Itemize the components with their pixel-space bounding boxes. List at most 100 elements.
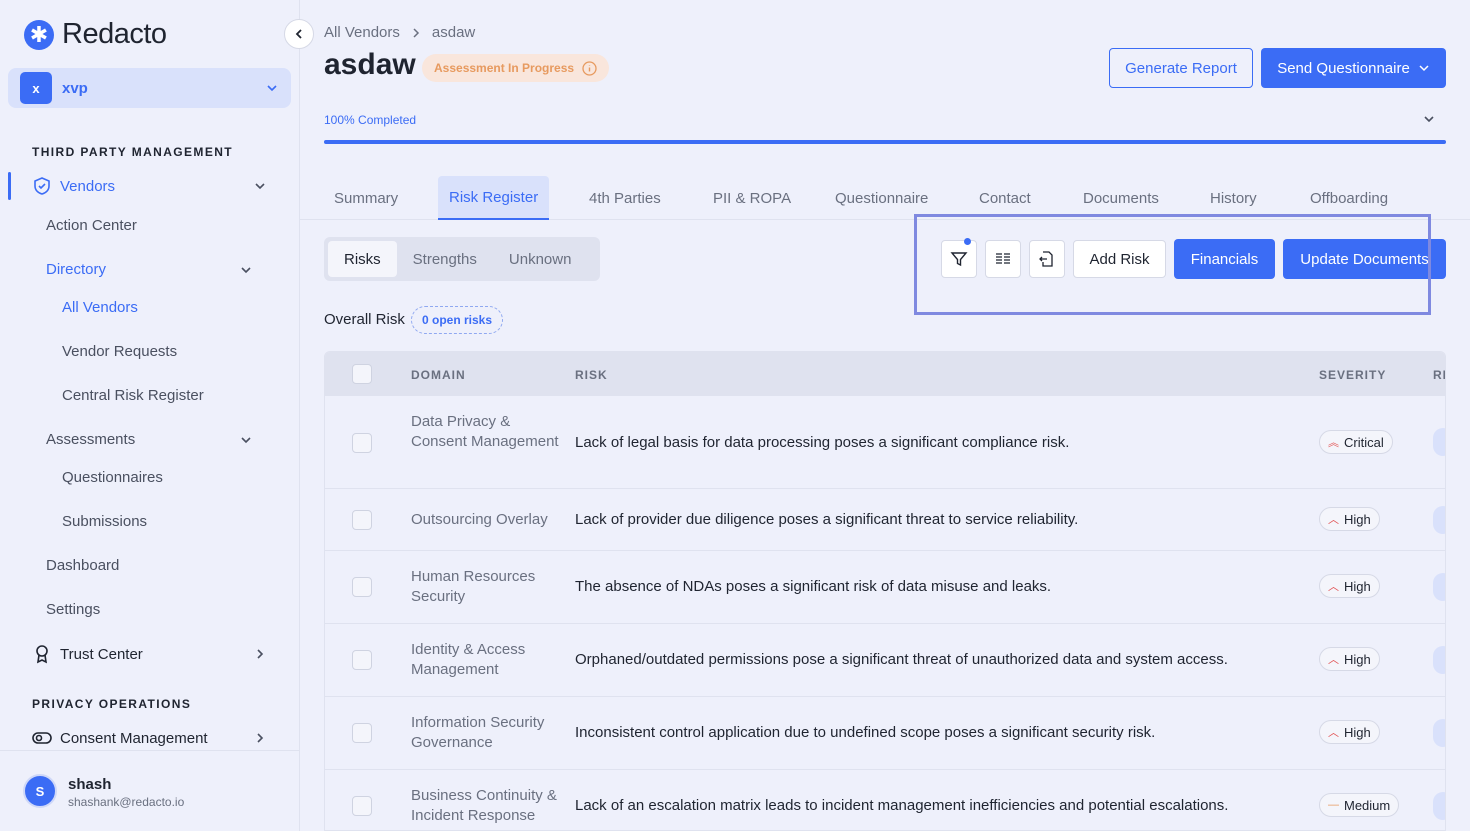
chevron-up-icon: ︿ bbox=[1328, 654, 1339, 666]
risk-type-segmented-control: Risks Strengths Unknown bbox=[324, 237, 600, 281]
segment-unknown[interactable]: Unknown bbox=[493, 241, 588, 277]
severity-label: High bbox=[1344, 511, 1371, 527]
row-domain: Outsourcing Overlay bbox=[411, 511, 548, 528]
segment-strengths[interactable]: Strengths bbox=[397, 241, 493, 277]
sidebar-item-action-center[interactable]: Action Center bbox=[46, 217, 137, 234]
chevron-down-icon[interactable] bbox=[239, 433, 253, 447]
row-action-pill[interactable] bbox=[1433, 428, 1445, 456]
row-action-pill[interactable] bbox=[1433, 506, 1445, 534]
info-icon[interactable] bbox=[582, 60, 597, 76]
row-checkbox[interactable] bbox=[352, 796, 372, 816]
sidebar-item-trust-center[interactable]: Trust Center bbox=[32, 644, 143, 664]
row-risk: Lack of provider due diligence poses a s… bbox=[575, 511, 1079, 528]
column-header-truncated[interactable]: RI bbox=[1433, 368, 1445, 382]
sidebar-item-label: Dashboard bbox=[46, 557, 120, 574]
tab-pii-ropa[interactable]: PII & ROPA bbox=[702, 176, 802, 220]
sidebar-item-submissions[interactable]: Submissions bbox=[62, 513, 147, 530]
row-domain: Human Resources Security bbox=[411, 568, 536, 605]
chevron-left-icon bbox=[295, 29, 302, 39]
severity-badge: ︿ High bbox=[1319, 647, 1380, 671]
collapse-sidebar-button[interactable] bbox=[284, 19, 314, 49]
row-checkbox[interactable] bbox=[352, 650, 372, 670]
sidebar-item-consent-management[interactable]: Consent Management bbox=[32, 728, 208, 748]
progress-bar bbox=[324, 140, 1446, 144]
row-checkbox[interactable] bbox=[352, 510, 372, 530]
tab-risk-register[interactable]: Risk Register bbox=[438, 176, 550, 220]
severity-label: Critical bbox=[1344, 434, 1384, 450]
sidebar-item-vendor-requests[interactable]: Vendor Requests bbox=[62, 343, 177, 360]
row-checkbox[interactable] bbox=[352, 723, 372, 743]
table-row[interactable]: Business Continuity & Incident Response … bbox=[325, 770, 1445, 830]
award-icon bbox=[32, 644, 52, 664]
status-badge: Assessment In Progress bbox=[422, 54, 610, 82]
row-domain: Business Continuity & Incident Response bbox=[411, 787, 557, 824]
column-header-risk[interactable]: RISK bbox=[575, 368, 608, 382]
row-action-pill[interactable] bbox=[1433, 792, 1445, 820]
workspace-name: xvp bbox=[62, 79, 88, 97]
app-name: Redacto bbox=[62, 18, 167, 50]
row-risk: Inconsistent control application due to … bbox=[575, 724, 1156, 741]
sidebar-item-central-risk-register[interactable]: Central Risk Register bbox=[62, 387, 204, 404]
chevron-down-icon[interactable] bbox=[239, 263, 253, 277]
send-questionnaire-label: Send Questionnaire bbox=[1277, 59, 1410, 77]
row-action-pill[interactable] bbox=[1433, 646, 1445, 674]
asterisk-logo-icon: ✱ bbox=[24, 19, 54, 50]
sidebar-item-dashboard[interactable]: Dashboard bbox=[46, 557, 119, 574]
status-label: Assessment In Progress bbox=[434, 61, 575, 75]
severity-label: High bbox=[1344, 724, 1371, 740]
sidebar-item-label: Trust Center bbox=[60, 645, 143, 663]
main-content: All Vendors asdaw asdaw Assessment In Pr… bbox=[300, 0, 1470, 831]
severity-badge: ︿ High bbox=[1319, 574, 1380, 598]
row-checkbox[interactable] bbox=[352, 433, 372, 453]
sidebar-item-all-vendors[interactable]: All Vendors bbox=[62, 299, 138, 316]
table-row[interactable]: Identity & Access Management Orphaned/ou… bbox=[325, 624, 1445, 697]
sidebar-item-questionnaires[interactable]: Questionnaires bbox=[62, 469, 163, 486]
send-questionnaire-button[interactable]: Send Questionnaire bbox=[1261, 48, 1446, 88]
select-all-checkbox[interactable] bbox=[352, 364, 372, 384]
chevron-right-icon[interactable] bbox=[253, 731, 267, 745]
column-header-domain[interactable]: DOMAIN bbox=[411, 368, 466, 382]
tab-4th-parties[interactable]: 4th Parties bbox=[578, 176, 672, 220]
row-domain: Information Security Governance bbox=[411, 714, 545, 751]
chevron-down-icon[interactable] bbox=[1422, 112, 1436, 126]
breadcrumb-root[interactable]: All Vendors bbox=[324, 24, 400, 41]
column-header-severity[interactable]: SEVERITY bbox=[1319, 368, 1386, 382]
overall-risk-label: Overall Risk bbox=[324, 311, 405, 328]
breadcrumb: All Vendors asdaw bbox=[324, 24, 475, 41]
severity-badge: — Medium bbox=[1319, 793, 1400, 817]
table-row[interactable]: Data Privacy & Consent Management Lack o… bbox=[325, 396, 1445, 489]
sidebar-item-assessments[interactable]: Assessments bbox=[46, 431, 135, 448]
row-checkbox[interactable] bbox=[352, 577, 372, 597]
sidebar-item-settings[interactable]: Settings bbox=[46, 601, 100, 618]
open-risks-badge: 0 open risks bbox=[411, 306, 504, 334]
generate-report-button[interactable]: Generate Report bbox=[1109, 48, 1253, 88]
workspace-switcher[interactable]: x xvp bbox=[8, 68, 291, 108]
sidebar-item-label: Questionnaires bbox=[62, 469, 163, 486]
row-risk: The absence of NDAs poses a significant … bbox=[575, 578, 1052, 595]
tab-summary[interactable]: Summary bbox=[323, 176, 409, 220]
row-action-pill[interactable] bbox=[1433, 719, 1445, 747]
table-row[interactable]: Human Resources Security The absence of … bbox=[325, 551, 1445, 624]
chevron-down-icon[interactable] bbox=[253, 179, 267, 193]
sidebar-item-vendors[interactable]: Vendors bbox=[32, 176, 115, 196]
row-action-pill[interactable] bbox=[1433, 573, 1445, 601]
toggle-icon bbox=[32, 728, 52, 748]
sidebar-item-directory[interactable]: Directory bbox=[46, 261, 106, 278]
progress-label: 100% Completed bbox=[324, 113, 417, 127]
sidebar-item-label: Submissions bbox=[62, 513, 148, 530]
row-risk: Orphaned/outdated permissions pose a sig… bbox=[575, 651, 1228, 668]
sidebar-item-label: Action Center bbox=[46, 217, 137, 234]
chevron-up-icon: ︿ bbox=[1328, 581, 1339, 593]
logo[interactable]: ✱ Redacto bbox=[24, 18, 167, 51]
table-row[interactable]: Information Security Governance Inconsis… bbox=[325, 697, 1445, 770]
row-domain: Data Privacy & Consent Management bbox=[411, 413, 559, 450]
severity-label: Medium bbox=[1344, 797, 1391, 813]
chevron-down-icon bbox=[1419, 65, 1429, 72]
table-row[interactable]: Outsourcing Overlay Lack of provider due… bbox=[325, 489, 1445, 551]
user-name: shash bbox=[68, 776, 112, 793]
chevron-right-icon[interactable] bbox=[253, 647, 267, 661]
user-profile[interactable]: S shash shashank@redacto.io bbox=[0, 750, 300, 831]
minus-icon: — bbox=[1328, 799, 1339, 811]
segment-risks[interactable]: Risks bbox=[328, 241, 397, 277]
section-title-tpm: THIRD PARTY MANAGEMENT bbox=[32, 145, 234, 159]
